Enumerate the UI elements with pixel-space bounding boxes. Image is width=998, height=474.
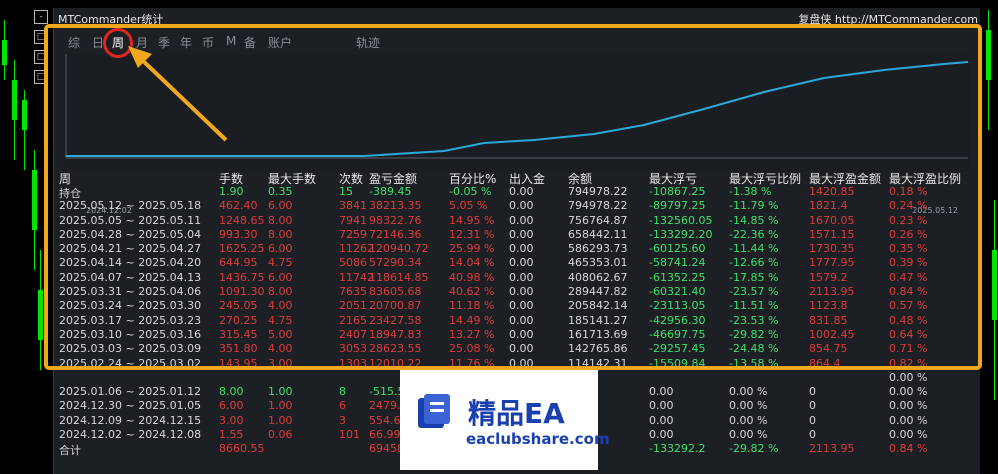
watermark-title: 精品EA xyxy=(468,397,565,430)
cell-pnl: 554.6 xyxy=(369,413,401,427)
highlight-frame xyxy=(44,24,982,370)
cell-max-fp: 2113.95 xyxy=(809,442,855,456)
cell-lots: 6.00 xyxy=(219,399,244,413)
cell-max-dd-pct: -29.82 % xyxy=(729,442,779,456)
cell-max-fp: 0 xyxy=(809,413,816,427)
cell-max-lots: 1.00 xyxy=(268,413,293,427)
cell-pnl: 66.99 xyxy=(369,428,401,442)
cell-max-dd-pct: 0.00 % xyxy=(729,399,768,413)
cell-max-fp: 0 xyxy=(809,399,816,413)
cell-max-dd-pct: 0.00 % xyxy=(729,413,768,427)
cell-max-fp-pct: 0.00 % xyxy=(889,385,928,399)
minimize-button[interactable]: - xyxy=(34,10,48,24)
cell-max-fp-pct: 0.00 % xyxy=(889,399,928,413)
cell-max-dd-pct: 0.00 % xyxy=(729,385,768,399)
cell-period: 2024.12.09 ~ 2024.12.15 xyxy=(59,413,202,427)
cell-max-fp-pct: 0.00 % xyxy=(889,428,928,442)
cell-max-fp-pct: 0.84 % xyxy=(889,442,928,456)
cell-period: 合计 xyxy=(59,444,81,458)
cell-lots: 8660.55 xyxy=(219,442,265,456)
cell-max-fp-pct: 0.00 % xyxy=(889,413,928,427)
cell-lots: 3.00 xyxy=(219,413,244,427)
cell-max-lots: 1.00 xyxy=(268,385,293,399)
cell-max-fp: 0 xyxy=(809,385,816,399)
cell-pnl: 2479. xyxy=(369,399,401,413)
cell-max-dd: 0.00 xyxy=(649,385,674,399)
cell-count: 3 xyxy=(339,413,346,427)
cell-max-dd: 0.00 xyxy=(649,428,674,442)
cell-max-dd-pct: 0.00 % xyxy=(729,428,768,442)
cell-max-lots: 1.00 xyxy=(268,399,293,413)
cell-max-lots: 0.06 xyxy=(268,428,293,442)
book-logo-icon xyxy=(418,394,450,428)
cell-max-dd: -133292.2 xyxy=(649,442,706,456)
cell-max-fp: 0 xyxy=(809,428,816,442)
cell-lots: 8.00 xyxy=(219,385,244,399)
cell-max-dd: 0.00 xyxy=(649,399,674,413)
cell-lots: 1.55 xyxy=(219,428,244,442)
cell-count: 101 xyxy=(339,428,360,442)
cell-max-fp-pct: 0.00 % xyxy=(889,370,928,384)
cell-period: 2025.01.06 ~ 2025.01.12 xyxy=(59,385,202,399)
cell-max-dd: 0.00 xyxy=(649,413,674,427)
highlight-circle xyxy=(103,28,133,58)
cell-count: 6 xyxy=(339,399,346,413)
cell-count: 8 xyxy=(339,385,346,399)
cell-period: 2024.12.02 ~ 2024.12.08 xyxy=(59,428,202,442)
cell-period: 2024.12.30 ~ 2025.01.05 xyxy=(59,399,202,413)
watermark-subtitle: eaclubshare.com xyxy=(466,430,610,448)
watermark: 精品EA eaclubshare.com xyxy=(400,370,610,470)
cell-pnl: 69458 xyxy=(369,442,404,456)
